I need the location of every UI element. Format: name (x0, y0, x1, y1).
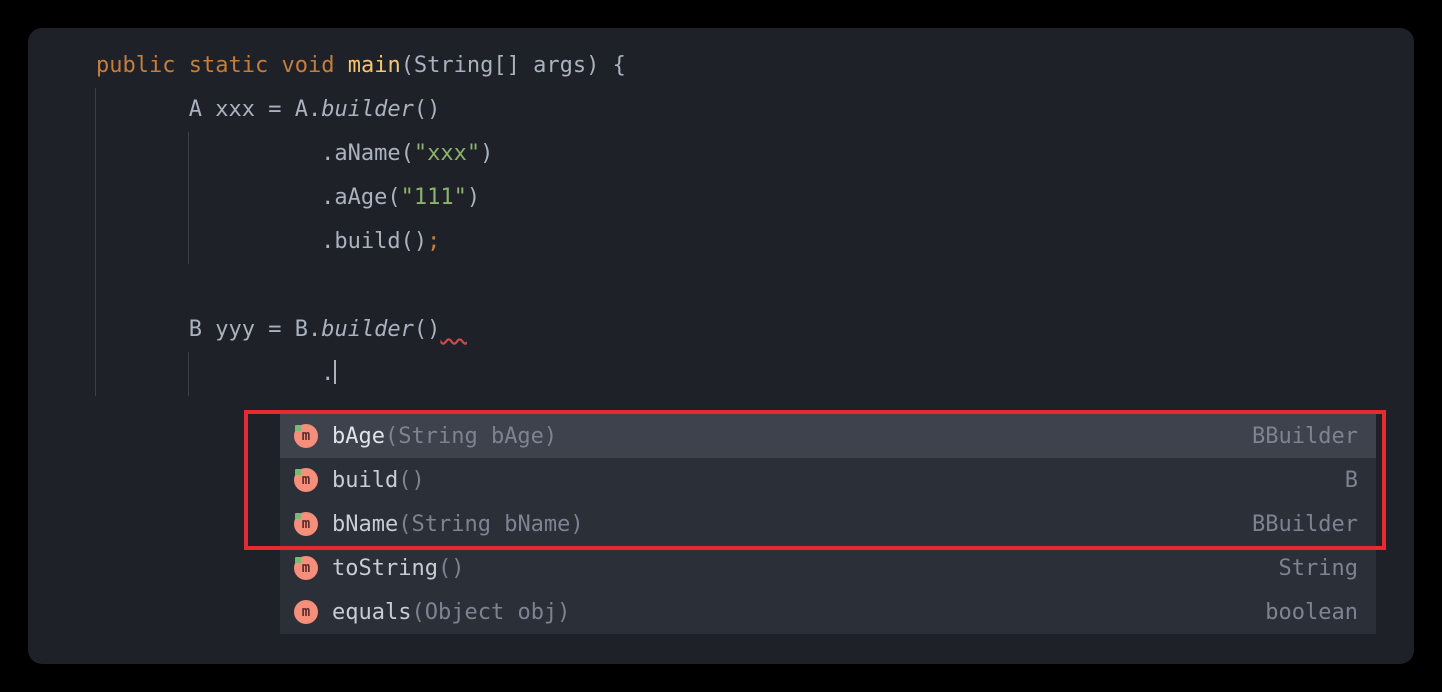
keyword-static: static (189, 53, 268, 78)
dot: . (308, 97, 321, 122)
type-b: B (189, 317, 202, 342)
parens: () (401, 229, 428, 254)
type-a: A (189, 97, 202, 122)
builder-call: builder (321, 317, 414, 342)
parens: () (414, 317, 441, 342)
code-line[interactable]: .aName("xxx") (28, 132, 1414, 176)
params: (String[] args) { (401, 53, 626, 78)
string-xxx: "xxx" (414, 141, 480, 166)
code-line[interactable]: public static void main(String[] args) { (28, 44, 1414, 88)
completion-item-bage[interactable]: m bAge(String bAge) BBuilder (280, 414, 1376, 458)
autocomplete-popup[interactable]: m bAge(String bAge) BBuilder m build() B… (280, 414, 1376, 634)
paren-close: ) (467, 185, 480, 210)
completion-name: equals (332, 600, 411, 625)
keyword-public: public (96, 53, 175, 78)
method-build: build (334, 229, 400, 254)
completion-name: toString (332, 556, 438, 581)
paren-open: ( (401, 141, 414, 166)
dot: . (321, 141, 334, 166)
completion-item-build[interactable]: m build() B (280, 458, 1376, 502)
code-line[interactable]: . (28, 352, 1414, 396)
method-aname: aName (334, 141, 400, 166)
op-eq: = (268, 97, 281, 122)
paren-open: ( (387, 185, 400, 210)
keyword-void: void (281, 53, 334, 78)
string-111: "111" (401, 185, 467, 210)
completion-name: bAge (332, 424, 385, 449)
completion-name: bName (332, 512, 398, 537)
completion-params: (String bAge) (385, 424, 557, 449)
builder-call: builder (321, 97, 414, 122)
completion-return-type: boolean (1265, 600, 1358, 625)
code-line[interactable]: B yyy = B.builder() (28, 308, 1414, 352)
semicolon: ; (427, 229, 440, 254)
completion-item-equals[interactable]: m equals(Object obj) boolean (280, 590, 1376, 634)
text-cursor-icon (334, 360, 336, 384)
completion-return-type: String (1279, 556, 1358, 581)
completion-item-tostring[interactable]: m toString() String (280, 546, 1376, 590)
method-icon: m (294, 468, 318, 492)
op-eq: = (268, 317, 281, 342)
error-underline-icon (440, 317, 467, 342)
code-line[interactable]: .build(); (28, 220, 1414, 264)
paren-close: ) (480, 141, 493, 166)
dot: . (321, 229, 334, 254)
completion-item-bname[interactable]: m bName(String bName) BBuilder (280, 502, 1376, 546)
completion-params: () (398, 468, 425, 493)
var-yyy: yyy (202, 317, 268, 342)
dot: . (308, 317, 321, 342)
method-icon: m (294, 600, 318, 624)
parens: () (414, 97, 441, 122)
method-icon: m (294, 424, 318, 448)
code-editor-panel[interactable]: public static void main(String[] args) {… (28, 28, 1414, 664)
completion-name: build (332, 468, 398, 493)
completion-params: (String bName) (398, 512, 583, 537)
dot: . (321, 185, 334, 210)
method-icon: m (294, 512, 318, 536)
method-icon: m (294, 556, 318, 580)
completion-return-type: BBuilder (1252, 424, 1358, 449)
type-b: B (281, 317, 308, 342)
completion-return-type: B (1345, 468, 1358, 493)
code-line[interactable]: A xxx = A.builder() (28, 88, 1414, 132)
completion-params: () (438, 556, 465, 581)
dot: . (321, 361, 334, 386)
method-main: main (348, 53, 401, 78)
code-line-blank[interactable] (28, 264, 1414, 308)
code-line[interactable]: .aAge("111") (28, 176, 1414, 220)
completion-params: (Object obj) (411, 600, 570, 625)
type-a: A (281, 97, 308, 122)
method-aage: aAge (334, 185, 387, 210)
var-xxx: xxx (202, 97, 268, 122)
completion-return-type: BBuilder (1252, 512, 1358, 537)
